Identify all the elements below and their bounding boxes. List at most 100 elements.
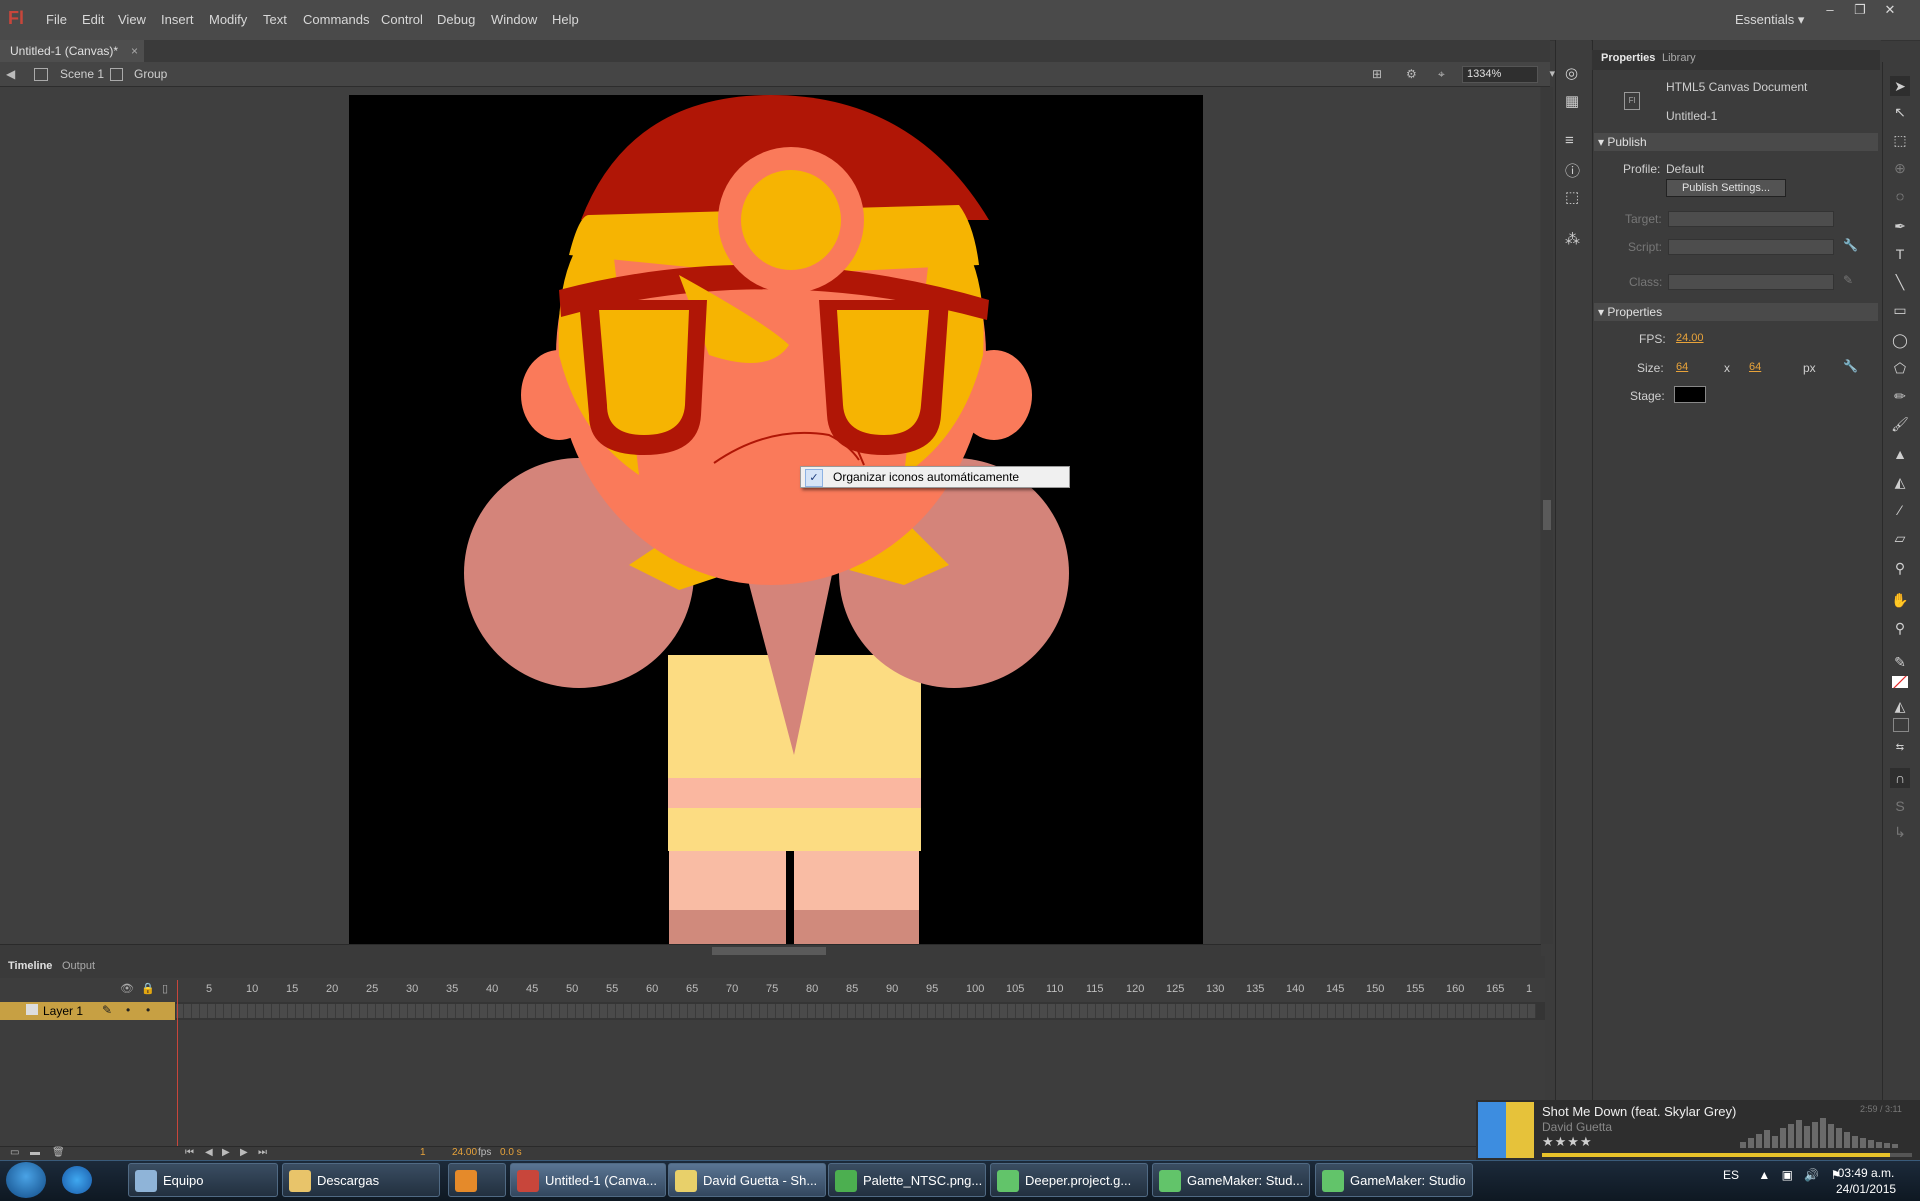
width-value[interactable]: 64 [1676, 361, 1688, 373]
menu-insert[interactable]: Insert [161, 12, 194, 27]
start-button[interactable] [6, 1162, 46, 1198]
components-icon[interactable]: ⁂ [1565, 230, 1580, 248]
menu-edit[interactable]: Edit [82, 12, 104, 27]
clock[interactable]: 03:49 a.m. 24/01/2015 [1836, 1165, 1896, 1197]
menu-modify[interactable]: Modify [209, 12, 247, 27]
taskbar-button[interactable]: GameMaker: Stud... [1152, 1163, 1310, 1197]
playhead[interactable] [177, 980, 178, 1148]
fill-swatch[interactable] [1890, 714, 1910, 734]
new-folder-icon[interactable]: ▬ [30, 1147, 40, 1158]
back-arrow-icon[interactable]: ◀ [6, 62, 15, 86]
selection-tool-icon[interactable]: ➤ [1890, 76, 1910, 96]
tab-properties[interactable]: Properties [1601, 52, 1655, 64]
text-tool-icon[interactable]: T [1890, 244, 1910, 264]
publish-section-header[interactable]: ▾ Publish [1594, 133, 1878, 151]
rectangle-tool-icon[interactable]: ▭ [1890, 300, 1910, 320]
layer-row-selected[interactable]: Layer 1 ✎ • • [0, 1002, 175, 1020]
transform-icon[interactable]: ⬚ [1565, 188, 1579, 206]
snap-to-objects-icon[interactable]: ∩ [1890, 768, 1910, 788]
menu-window[interactable]: Window [491, 12, 537, 27]
fill-color-icon[interactable]: ◭ [1890, 696, 1910, 716]
zoom-tool-icon[interactable]: ⚲ [1890, 618, 1910, 638]
taskbar-button[interactable]: Descargas [282, 1163, 440, 1197]
breadcrumb-scene[interactable]: Scene 1 [60, 62, 104, 86]
tab-library[interactable]: Library [1662, 52, 1696, 64]
context-menu-item[interactable]: ✓ Organizar iconos automáticamente [800, 466, 1070, 488]
fps-display[interactable]: 24.00 [452, 1147, 477, 1158]
edit-scene-icon[interactable]: ⊞ [1372, 62, 1382, 86]
taskbar-button[interactable]: Equipo [128, 1163, 278, 1197]
height-value[interactable]: 64 [1749, 361, 1761, 373]
new-layer-icon[interactable]: ▭ [10, 1147, 19, 1158]
menu-debug[interactable]: Debug [437, 12, 475, 27]
character-artwork[interactable] [349, 95, 1203, 944]
album-art[interactable] [1478, 1102, 1534, 1158]
taskbar-button[interactable] [448, 1163, 506, 1197]
layer-lock-dot[interactable]: • [146, 1003, 150, 1017]
eye-icon[interactable]: 👁 [120, 982, 134, 995]
pencil-icon[interactable]: ✎ [1843, 273, 1853, 287]
taskbar-button[interactable]: Palette_NTSC.png... [828, 1163, 986, 1197]
menu-text[interactable]: Text [263, 12, 287, 27]
script-select[interactable] [1668, 239, 1834, 255]
align-icon[interactable]: ≡ [1565, 132, 1574, 149]
menu-commands[interactable]: Commands [303, 12, 369, 27]
3d-rotation-tool-icon[interactable]: ⊕ [1890, 158, 1910, 178]
tab-timeline[interactable]: Timeline [8, 960, 52, 972]
subselection-tool-icon[interactable]: ↖ [1890, 102, 1910, 122]
stroke-color-icon[interactable]: ✎ [1890, 652, 1910, 672]
edit-symbol-icon[interactable]: ⚙ [1406, 62, 1417, 86]
horizontal-scroll-thumb[interactable] [712, 947, 826, 955]
class-input[interactable] [1668, 274, 1834, 290]
bone-tool-icon[interactable]: ⚲ [1890, 558, 1910, 578]
menu-file[interactable]: File [46, 12, 67, 27]
stroke-swatch[interactable] [1890, 672, 1910, 692]
menu-view[interactable]: View [118, 12, 146, 27]
show-hidden-icons-icon[interactable]: ▲ [1758, 1168, 1770, 1182]
vertical-scrollbar[interactable] [1541, 87, 1553, 944]
pencil-icon[interactable]: ✎ [102, 1003, 112, 1017]
step-back-icon[interactable]: ◀ [205, 1147, 213, 1158]
stage-canvas[interactable] [349, 95, 1203, 944]
straighten-icon[interactable]: ↳ [1890, 822, 1910, 842]
breadcrumb-group[interactable]: Group [134, 62, 167, 86]
step-forward-icon[interactable]: ▶ [240, 1147, 248, 1158]
eraser-tool-icon[interactable]: ▱ [1890, 528, 1910, 548]
pen-tool-icon[interactable]: ✒ [1890, 216, 1910, 236]
tab-output[interactable]: Output [62, 960, 95, 972]
pencil-tool-icon[interactable]: ✏ [1890, 386, 1910, 406]
delete-layer-icon[interactable]: 🗑 [52, 1147, 65, 1158]
outline-icon[interactable]: ▯ [162, 982, 168, 995]
swatches-icon[interactable]: ▦ [1565, 92, 1579, 110]
close-tab-button[interactable]: × [131, 40, 138, 62]
go-last-icon[interactable]: ⏭ [258, 1147, 267, 1158]
publish-settings-button[interactable]: Publish Settings... [1666, 179, 1786, 197]
workspace-switcher[interactable]: Essentials ▾ [1735, 12, 1804, 28]
taskbar-button[interactable]: Deeper.project.g... [990, 1163, 1148, 1197]
network-icon[interactable]: ▣ [1782, 1168, 1793, 1182]
layer-visible-dot[interactable]: • [126, 1003, 130, 1017]
target-select[interactable] [1668, 211, 1834, 227]
ink-bottle-tool-icon[interactable]: ◭ [1890, 472, 1910, 492]
lasso-tool-icon[interactable]: ◌ [1890, 186, 1910, 206]
polystar-tool-icon[interactable]: ⬠ [1890, 358, 1910, 378]
frame-ruler[interactable]: 5 10 15 20 25 30 35 40 45 50 55 60 65 70 75 80 85 90 95 100… [176, 978, 1544, 1000]
taskbar-button[interactable]: David Guetta - Sh... [668, 1163, 826, 1197]
properties-section-header[interactable]: ▾ Properties [1594, 303, 1878, 321]
info-icon[interactable]: ⓘ [1565, 160, 1580, 181]
smooth-icon[interactable]: S [1890, 796, 1910, 816]
paint-bucket-tool-icon[interactable]: ▲ [1890, 444, 1910, 464]
frame-strip[interactable] [176, 1004, 1536, 1018]
language-indicator[interactable]: ES [1723, 1168, 1739, 1182]
wrench-icon[interactable]: 🔧 [1843, 359, 1858, 373]
volume-icon[interactable]: 🔊 [1804, 1168, 1819, 1182]
layer-name[interactable]: Layer 1 [43, 1004, 83, 1018]
hand-tool-icon[interactable]: ✋ [1890, 590, 1910, 610]
current-frame[interactable]: 1 [420, 1147, 426, 1158]
eyedropper-tool-icon[interactable]: ⁄ [1890, 500, 1910, 520]
zoom-select[interactable]: 1334% ▾ [1462, 66, 1555, 83]
color-icon[interactable]: ◎ [1565, 64, 1578, 82]
play-icon[interactable]: ▶ [222, 1147, 230, 1158]
stage-color-swatch[interactable] [1674, 386, 1706, 403]
oval-tool-icon[interactable]: ◯ [1890, 330, 1910, 350]
